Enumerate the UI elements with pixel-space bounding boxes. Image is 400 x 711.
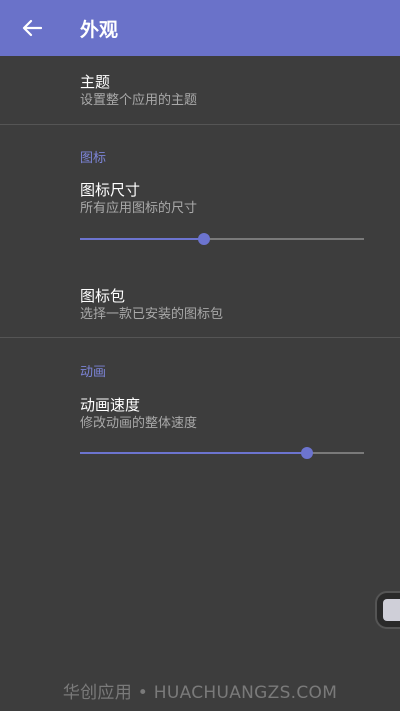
setting-icon-pack-subtitle: 选择一款已安装的图标包 [80,307,224,322]
slider-thumb[interactable] [197,233,210,245]
category-icons: 图标 [80,151,107,166]
setting-icon-size-subtitle: 所有应用图标的尺寸 [80,201,198,216]
divider [0,337,400,338]
category-animation: 动画 [80,365,107,380]
slider-thumb[interactable] [301,447,314,459]
assistant-icon [383,599,400,621]
page-title: 外观 [80,18,119,41]
setting-anim-speed[interactable]: 动画速度 修改动画的整体速度 [80,395,380,433]
slider-fill [80,452,308,454]
setting-icon-size[interactable]: 图标尺寸 所有应用图标的尺寸 [80,180,380,218]
setting-icon-pack[interactable]: 图标包 选择一款已安装的图标包 [80,286,380,324]
setting-anim-speed-title: 动画速度 [80,396,141,414]
app-bar: 外观 [0,0,400,56]
setting-theme-title: 主题 [80,73,111,91]
floating-assistant-button[interactable] [375,591,400,629]
anim-speed-slider[interactable] [80,445,364,461]
watermark: 华创应用 • HUACHUANGZS.COM [62,683,338,703]
setting-theme[interactable]: 主题 设置整个应用的主题 [80,72,380,110]
setting-icon-size-title: 图标尺寸 [80,181,141,199]
back-button[interactable] [20,16,44,40]
slider-fill [80,238,204,240]
divider [0,124,400,125]
setting-anim-speed-subtitle: 修改动画的整体速度 [80,416,198,431]
setting-icon-pack-title: 图标包 [80,287,126,305]
setting-theme-subtitle: 设置整个应用的主题 [80,93,198,108]
arrow-left-icon [22,19,42,37]
icon-size-slider[interactable] [80,231,364,247]
